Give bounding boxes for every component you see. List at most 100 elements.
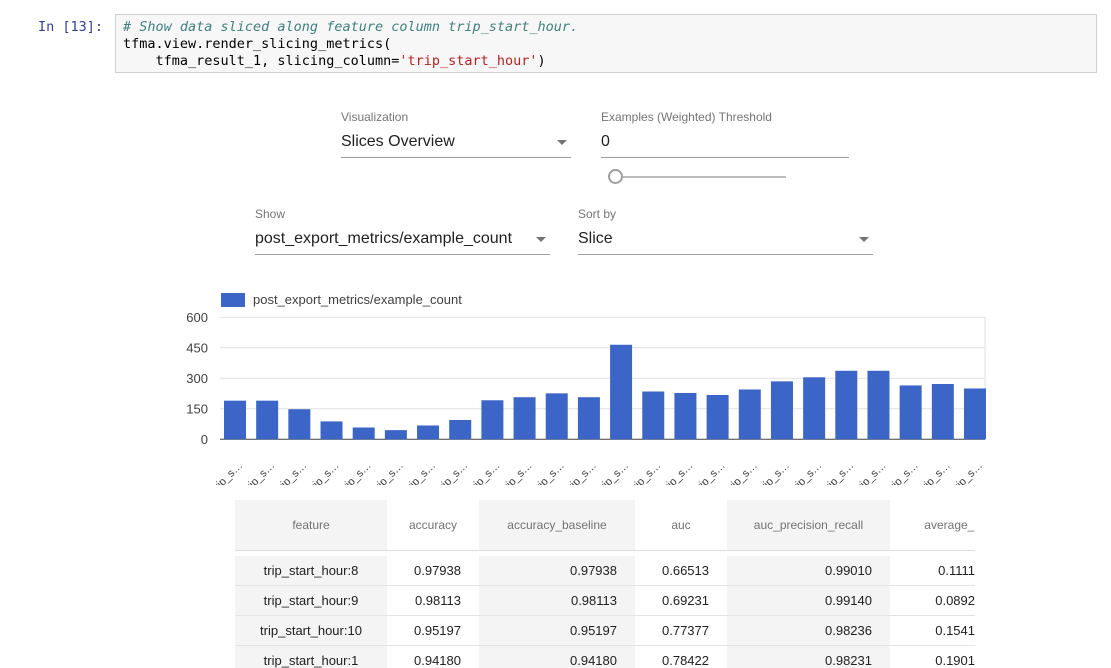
chart-bar[interactable] <box>288 409 310 439</box>
metric-cell: 0.69231 <box>635 586 727 616</box>
slices-bar-chart: post_export_metrics/example_count 600450… <box>185 290 1005 485</box>
feature-cell: trip_start_hour:1 <box>235 646 387 668</box>
show-control: Show post_export_metrics/example_count <box>255 207 550 255</box>
visualization-control: Visualization Slices Overview <box>341 110 571 158</box>
x-tick-label: trip_s… <box>467 460 502 485</box>
metric-cell: 0.1541 <box>890 616 975 646</box>
x-tick-label: trip_s… <box>274 460 309 485</box>
feature-cell: trip_start_hour:10 <box>235 616 387 646</box>
y-tick-label: 450 <box>186 340 208 355</box>
slider-track[interactable] <box>616 176 786 178</box>
chart-bar[interactable] <box>900 385 922 439</box>
cell-prompt: In [13]: <box>38 19 103 35</box>
slider-handle[interactable] <box>608 169 623 184</box>
metric-cell: 0.97938 <box>479 556 635 586</box>
x-tick-label: trip_s… <box>918 460 953 485</box>
y-tick-label: 300 <box>186 371 208 386</box>
chart-bar[interactable] <box>417 425 439 439</box>
metric-cell: 0.94180 <box>479 646 635 668</box>
chart-bar[interactable] <box>481 400 503 439</box>
chart-bar[interactable] <box>803 377 825 439</box>
chart-bar[interactable] <box>353 428 375 440</box>
threshold-input[interactable] <box>601 133 849 151</box>
x-tick-label: trip_s… <box>757 460 792 485</box>
metric-cell: 0.98231 <box>727 646 890 668</box>
chart-bar[interactable] <box>867 371 889 440</box>
chart-bar[interactable] <box>546 393 568 439</box>
chevron-down-icon <box>859 237 869 242</box>
x-tick-label: trip_s… <box>242 460 277 485</box>
code-line: # Show data sliced along feature column … <box>123 19 1089 36</box>
table-row: trip_start_hour:90.981130.981130.692310.… <box>235 586 975 616</box>
chart-bar[interactable] <box>932 384 954 439</box>
metric-cell: 0.0892 <box>890 586 975 616</box>
x-tick-label: trip_s… <box>596 460 631 485</box>
chevron-down-icon <box>557 140 567 145</box>
chart-bar[interactable] <box>578 397 600 439</box>
metric-cell: 0.94180 <box>387 646 479 668</box>
sort-dropdown[interactable]: Slice <box>578 225 873 255</box>
threshold-field <box>601 128 849 158</box>
metric-cell: 0.98236 <box>727 616 890 646</box>
metric-cell: 0.98113 <box>479 586 635 616</box>
y-tick-label: 150 <box>186 401 208 416</box>
chart-bar[interactable] <box>964 388 986 439</box>
chart-bar[interactable] <box>385 430 407 439</box>
chart-plot-area: 6004503001500trip_s…trip_s…trip_s…trip_s… <box>185 290 1005 485</box>
feature-cell: trip_start_hour:9 <box>235 586 387 616</box>
threshold-control: Examples (Weighted) Threshold <box>601 110 849 158</box>
code-line: tfma.view.render_slicing_metrics( <box>123 36 1089 53</box>
x-tick-label: trip_s… <box>371 460 406 485</box>
x-tick-label: trip_s… <box>403 460 438 485</box>
x-tick-label: trip_s… <box>725 460 760 485</box>
chart-bar[interactable] <box>707 395 729 439</box>
legend-label: post_export_metrics/example_count <box>253 292 462 307</box>
chart-bar[interactable] <box>514 397 536 439</box>
chart-bar[interactable] <box>256 401 278 440</box>
sort-control: Sort by Slice <box>578 207 873 255</box>
chart-bar[interactable] <box>321 421 343 439</box>
chart-bar[interactable] <box>642 392 664 440</box>
show-dropdown[interactable]: post_export_metrics/example_count <box>255 225 550 255</box>
chart-bar[interactable] <box>449 420 471 439</box>
metric-cell: 0.99010 <box>727 556 890 586</box>
metric-cell: 0.95197 <box>387 616 479 646</box>
notebook-output-area: In [13]: # Show data sliced along featur… <box>0 0 1111 668</box>
metric-cell: 0.78422 <box>635 646 727 668</box>
column-header-feature[interactable]: feature <box>235 500 387 551</box>
chart-bar[interactable] <box>610 345 632 440</box>
y-tick-label: 0 <box>201 432 208 447</box>
column-header-accuracy[interactable]: accuracy <box>387 500 479 551</box>
code-cell-input[interactable]: # Show data sliced along feature column … <box>115 14 1097 73</box>
chart-bar[interactable] <box>674 393 696 439</box>
metric-cell: 0.98113 <box>387 586 479 616</box>
metric-cell: 0.99140 <box>727 586 890 616</box>
chart-bar[interactable] <box>835 371 857 440</box>
metric-cell: 0.1901 <box>890 646 975 668</box>
visualization-label: Visualization <box>341 110 571 124</box>
x-tick-label: trip_s… <box>564 460 599 485</box>
column-header-average_loss[interactable]: average_loss <box>890 500 975 551</box>
x-tick-label: trip_s… <box>499 460 534 485</box>
metric-cell: 0.1111 <box>890 556 975 586</box>
table-row: trip_start_hour:80.979380.979380.665130.… <box>235 556 975 586</box>
x-tick-label: trip_s… <box>885 460 920 485</box>
x-tick-label: trip_s… <box>306 460 341 485</box>
x-tick-label: trip_s… <box>660 460 695 485</box>
chart-bar[interactable] <box>771 381 793 439</box>
visualization-dropdown[interactable]: Slices Overview <box>341 128 571 158</box>
chart-bar[interactable] <box>739 389 761 439</box>
table-row: trip_start_hour:10.941800.941800.784220.… <box>235 646 975 668</box>
x-tick-label: trip_s… <box>210 460 245 485</box>
chart-bar[interactable] <box>224 401 246 440</box>
column-header-accuracy_baseline[interactable]: accuracy_baseline <box>479 500 635 551</box>
column-header-auc_precision_recall[interactable]: auc_precision_recall <box>727 500 890 551</box>
metric-cell: 0.77377 <box>635 616 727 646</box>
code-line: tfma_result_1, slicing_column='trip_star… <box>123 53 1089 70</box>
chevron-down-icon <box>536 237 546 242</box>
column-header-auc[interactable]: auc <box>635 500 727 551</box>
show-label: Show <box>255 207 550 221</box>
legend-swatch-icon <box>221 293 245 307</box>
x-tick-label: trip_s… <box>435 460 470 485</box>
x-tick-label: trip_s… <box>532 460 567 485</box>
